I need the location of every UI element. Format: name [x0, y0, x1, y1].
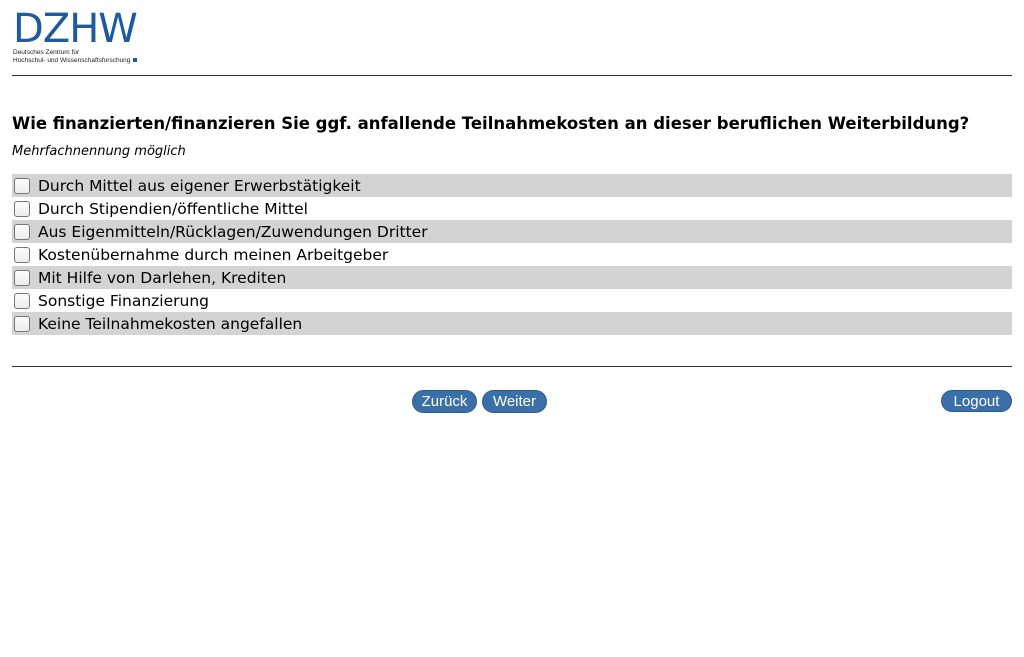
header-divider — [12, 75, 1012, 76]
logout-button[interactable]: Logout — [941, 390, 1012, 412]
option-label: Durch Stipendien/öffentliche Mittel — [38, 199, 308, 218]
footer-divider — [12, 366, 1012, 367]
checkbox[interactable] — [14, 246, 30, 263]
checkbox[interactable] — [14, 269, 30, 286]
option-row[interactable]: Keine Teilnahmekosten angefallen — [12, 312, 1012, 335]
question-text: Wie finanzierten/finanzieren Sie ggf. an… — [12, 114, 970, 133]
option-label: Kostenübernahme durch meinen Arbeitgeber — [38, 245, 389, 264]
checkbox[interactable] — [14, 200, 30, 217]
option-label: Aus Eigenmitteln/Rücklagen/Zuwendungen D… — [38, 222, 428, 241]
checkbox[interactable] — [14, 292, 30, 309]
back-button[interactable]: Zurück — [412, 390, 477, 413]
option-row[interactable]: Aus Eigenmitteln/Rücklagen/Zuwendungen D… — [12, 220, 1012, 243]
logo-square-icon — [133, 58, 138, 63]
option-row[interactable]: Mit Hilfe von Darlehen, Krediten — [12, 266, 1012, 289]
answer-options: Durch Mittel aus eigener Erwerbstätigkei… — [12, 174, 1012, 335]
logo-wordmark: DZHW — [13, 6, 138, 52]
checkbox[interactable] — [14, 223, 30, 240]
checkbox[interactable] — [14, 315, 30, 332]
checkbox[interactable] — [14, 177, 30, 194]
survey-page: DZHW Deutsches Zentrum für Hochschul- un… — [0, 0, 1024, 657]
option-label: Sonstige Finanzierung — [38, 291, 209, 310]
option-label: Mit Hilfe von Darlehen, Krediten — [38, 268, 287, 287]
question-instruction: Mehrfachnennung möglich — [12, 144, 186, 159]
option-label: Durch Mittel aus eigener Erwerbstätigkei… — [38, 176, 361, 195]
option-row[interactable]: Durch Mittel aus eigener Erwerbstätigkei… — [12, 174, 1012, 197]
logo-line-2-wrapper: Hochschul- und Wissenschaftsforschung — [13, 57, 153, 65]
option-row[interactable]: Durch Stipendien/öffentliche Mittel — [12, 197, 1012, 220]
logo-line-2: Hochschul- und Wissenschaftsforschung — [13, 57, 131, 64]
next-button[interactable]: Weiter — [482, 390, 547, 413]
option-row[interactable]: Kostenübernahme durch meinen Arbeitgeber — [12, 243, 1012, 266]
option-label: Keine Teilnahmekosten angefallen — [38, 314, 303, 333]
dzhw-logo: DZHW Deutsches Zentrum für Hochschul- un… — [13, 9, 153, 67]
option-row[interactable]: Sonstige Finanzierung — [12, 289, 1012, 312]
